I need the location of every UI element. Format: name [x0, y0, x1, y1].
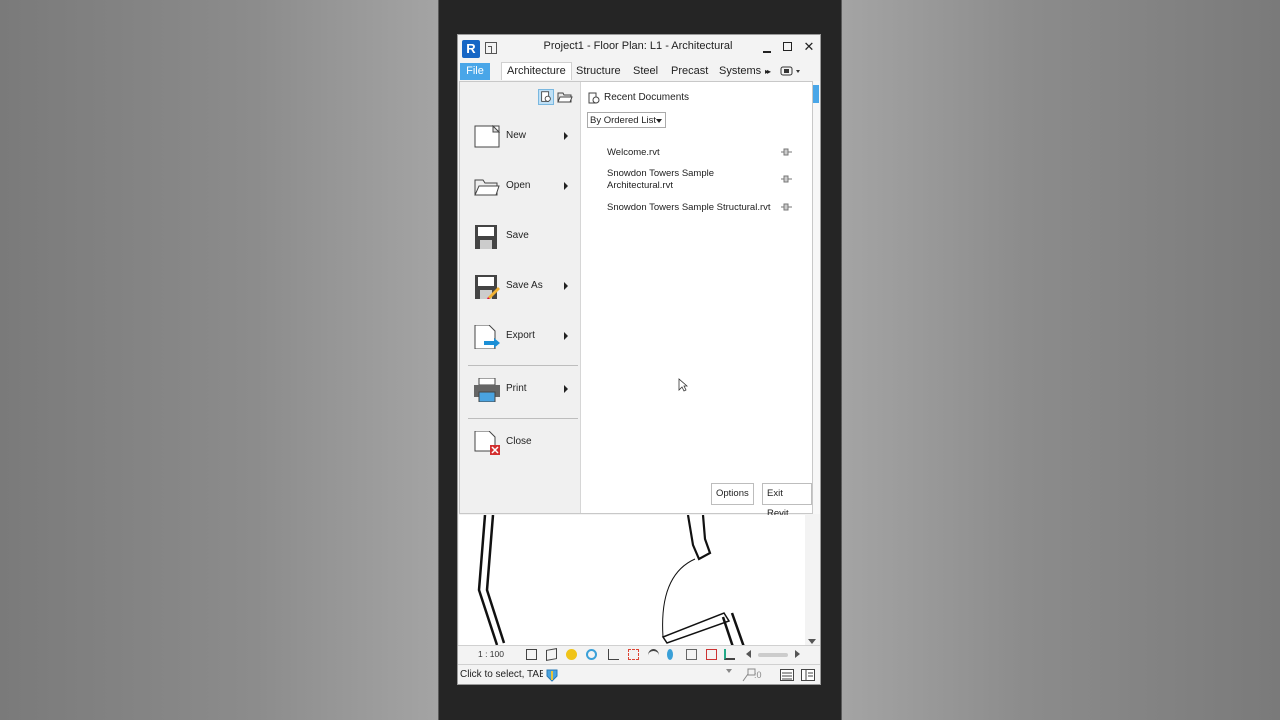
floppy-disk-icon: [475, 225, 497, 249]
recent-documents-view-icon[interactable]: [538, 89, 554, 105]
show-crop-region-icon[interactable]: [628, 649, 639, 660]
chevron-down-icon: [656, 119, 662, 123]
temporary-hide-icon[interactable]: [648, 649, 659, 662]
file-menu-commands: New Open Save Save As Export Print Close: [460, 82, 581, 513]
worksets-icon[interactable]: [545, 668, 559, 682]
submenu-arrow-icon: [564, 332, 568, 340]
recent-documents-title: Recent Documents: [604, 92, 690, 103]
open-documents-view-icon[interactable]: [557, 89, 573, 105]
options-button[interactable]: Options: [711, 483, 754, 505]
sort-order-value: By Ordered List: [590, 115, 656, 126]
pin-icon[interactable]: [781, 148, 792, 156]
recent-documents-icon: [588, 92, 600, 104]
tab-architecture[interactable]: Architecture: [501, 62, 572, 80]
menu-item-label: New: [506, 130, 527, 141]
title-bar: R Project1 - Floor Plan: L1 - Architectu…: [458, 35, 820, 59]
menu-item-print[interactable]: Print: [460, 366, 580, 414]
menu-item-export[interactable]: Export: [460, 313, 580, 361]
recent-document-item[interactable]: Snowdon Towers Sample Architectural.rvt: [607, 168, 747, 192]
view-control-bar: 1 : 100: [458, 645, 820, 664]
shadows-icon[interactable]: [586, 649, 597, 660]
reveal-hidden-icon[interactable]: [667, 649, 673, 660]
detail-level-icon[interactable]: [526, 649, 537, 660]
floor-plan-drawing: [477, 514, 746, 651]
open-folder-icon: [474, 179, 500, 196]
visual-style-icon[interactable]: [546, 648, 557, 661]
menu-item-save-as[interactable]: Save As: [460, 263, 580, 311]
new-document-icon: [474, 125, 500, 148]
menu-item-label: Open: [506, 180, 531, 191]
menu-item-label: Save As: [506, 280, 543, 291]
export-icon: [474, 325, 500, 349]
horizontal-scrollbar[interactable]: [758, 653, 788, 657]
lock-3d-view-icon[interactable]: [686, 649, 697, 660]
menu-item-save[interactable]: Save: [460, 213, 580, 261]
vertical-scrollbar[interactable]: [805, 515, 819, 653]
menu-item-label: Print: [506, 383, 527, 394]
minimize-button[interactable]: [758, 38, 776, 56]
sort-order-dropdown[interactable]: By Ordered List: [587, 112, 666, 128]
scroll-right-icon[interactable]: [795, 650, 800, 658]
tab-structure[interactable]: Structure: [571, 63, 626, 80]
pin-icon[interactable]: [781, 203, 792, 211]
scroll-down-icon[interactable]: [808, 639, 816, 644]
floor-plan-canvas[interactable]: [459, 514, 805, 653]
revit-logo-icon[interactable]: R: [462, 40, 480, 58]
tab-steel[interactable]: Steel: [628, 63, 663, 80]
printer-icon: [474, 378, 500, 402]
tab-systems[interactable]: Systems: [714, 63, 766, 80]
menu-item-open[interactable]: Open: [460, 163, 580, 211]
submenu-arrow-icon: [564, 182, 568, 190]
chevron-down-icon[interactable]: [726, 669, 732, 673]
status-text: Click to select, TAB: [460, 669, 543, 680]
maximize-button[interactable]: [779, 38, 797, 56]
menu-item-close[interactable]: Close: [460, 419, 580, 467]
submenu-arrow-icon: [564, 385, 568, 393]
menu-item-label: Save: [506, 230, 529, 241]
revit-window: R Project1 - Floor Plan: L1 - Architectu…: [457, 34, 821, 685]
submenu-arrow-icon: [564, 282, 568, 290]
view-scale[interactable]: 1 : 100: [478, 649, 504, 659]
sun-path-icon[interactable]: [566, 649, 577, 660]
recent-document-item[interactable]: Snowdon Towers Sample Structural.rvt: [607, 202, 787, 214]
tab-precast[interactable]: Precast: [666, 63, 713, 80]
status-bar: Click to select, TAB :0: [458, 664, 820, 684]
menu-item-label: Export: [506, 330, 535, 341]
window-title: Project1 - Floor Plan: L1 - Architectura…: [543, 40, 733, 52]
submenu-arrow-icon: [564, 132, 568, 140]
properties-toggle-icon[interactable]: [801, 669, 815, 681]
ribbon-toggle-icon[interactable]: [780, 66, 802, 76]
recent-document-item[interactable]: Welcome.rvt: [607, 147, 747, 159]
properties-panel-edge: [813, 81, 820, 514]
tab-file[interactable]: File: [460, 63, 490, 80]
editable-only-icon[interactable]: [780, 669, 794, 681]
selection-count: :0: [754, 670, 762, 680]
crop-view-icon[interactable]: [608, 649, 619, 660]
close-window-button[interactable]: ✕: [800, 38, 818, 56]
worksharing-display-icon[interactable]: [706, 649, 717, 660]
ribbon-tabs: File Architecture Structure Steel Precas…: [458, 61, 820, 81]
scroll-left-icon[interactable]: [746, 650, 751, 658]
analytical-model-icon[interactable]: [724, 649, 735, 660]
save-as-icon: [475, 275, 500, 299]
menu-item-label: Close: [506, 436, 532, 447]
menu-item-new[interactable]: New: [460, 113, 580, 161]
file-menu: New Open Save Save As Export Print Close…: [459, 81, 813, 519]
exit-revit-button[interactable]: Exit Revit: [762, 483, 812, 519]
quick-access-icon[interactable]: [485, 42, 497, 54]
tab-overflow-icon[interactable]: ▸▸: [760, 63, 774, 80]
close-document-icon: [474, 431, 500, 455]
mouse-cursor-icon: [678, 378, 688, 392]
recent-documents-panel: Recent Documents By Ordered List Welcome…: [581, 82, 812, 519]
pin-icon[interactable]: [781, 175, 792, 183]
